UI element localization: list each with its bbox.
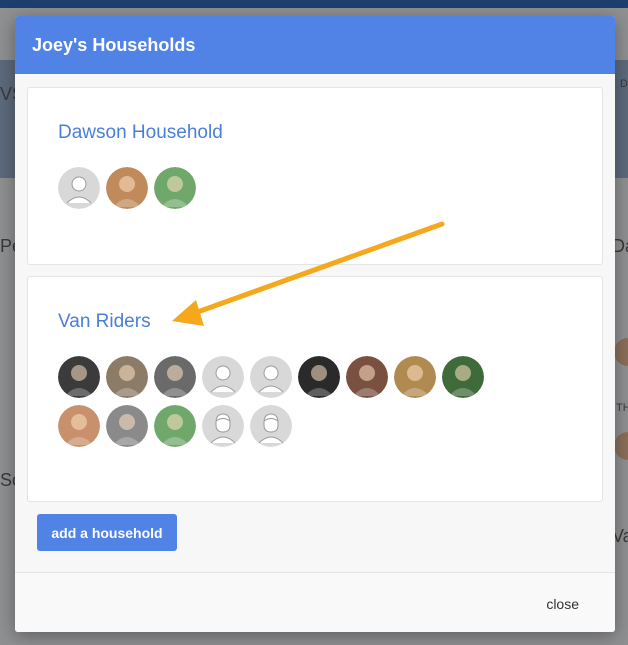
member-avatar[interactable] — [154, 356, 196, 398]
member-avatar[interactable] — [154, 167, 196, 209]
add-household-button[interactable]: add a household — [37, 514, 177, 551]
household-members — [58, 167, 578, 209]
member-avatar[interactable] — [346, 356, 388, 398]
member-avatar[interactable] — [106, 167, 148, 209]
modal-header: Joey's Households — [15, 16, 615, 74]
member-avatar[interactable] — [58, 356, 100, 398]
placeholder-avatar[interactable] — [202, 356, 244, 398]
background-text: TH — [616, 402, 628, 414]
member-avatar[interactable] — [106, 356, 148, 398]
household-card-van-riders: Van Riders — [27, 276, 603, 502]
close-button[interactable]: close — [540, 595, 585, 613]
household-members — [58, 356, 526, 447]
background-avatar — [614, 432, 628, 460]
modal-footer: close — [15, 572, 615, 632]
placeholder-avatar[interactable] — [202, 405, 244, 447]
modal-body: Dawson Household Van Riders add a househ… — [15, 74, 615, 572]
member-avatar[interactable] — [154, 405, 196, 447]
placeholder-avatar[interactable] — [250, 356, 292, 398]
member-avatar[interactable] — [394, 356, 436, 398]
background-avatar — [614, 338, 628, 366]
member-avatar[interactable] — [442, 356, 484, 398]
member-avatar[interactable] — [106, 405, 148, 447]
households-modal: Joey's Households Dawson Household Van R… — [15, 16, 615, 632]
background-topbar — [0, 0, 628, 8]
member-avatar[interactable] — [58, 405, 100, 447]
household-title-link[interactable]: Dawson Household — [58, 122, 223, 144]
household-card-dawson: Dawson Household — [27, 87, 603, 265]
member-avatar[interactable] — [298, 356, 340, 398]
background-text: D — [620, 78, 628, 90]
placeholder-avatar[interactable] — [250, 405, 292, 447]
household-title-link[interactable]: Van Riders — [58, 311, 151, 333]
modal-title: Joey's Households — [32, 34, 196, 55]
placeholder-avatar[interactable] — [58, 167, 100, 209]
